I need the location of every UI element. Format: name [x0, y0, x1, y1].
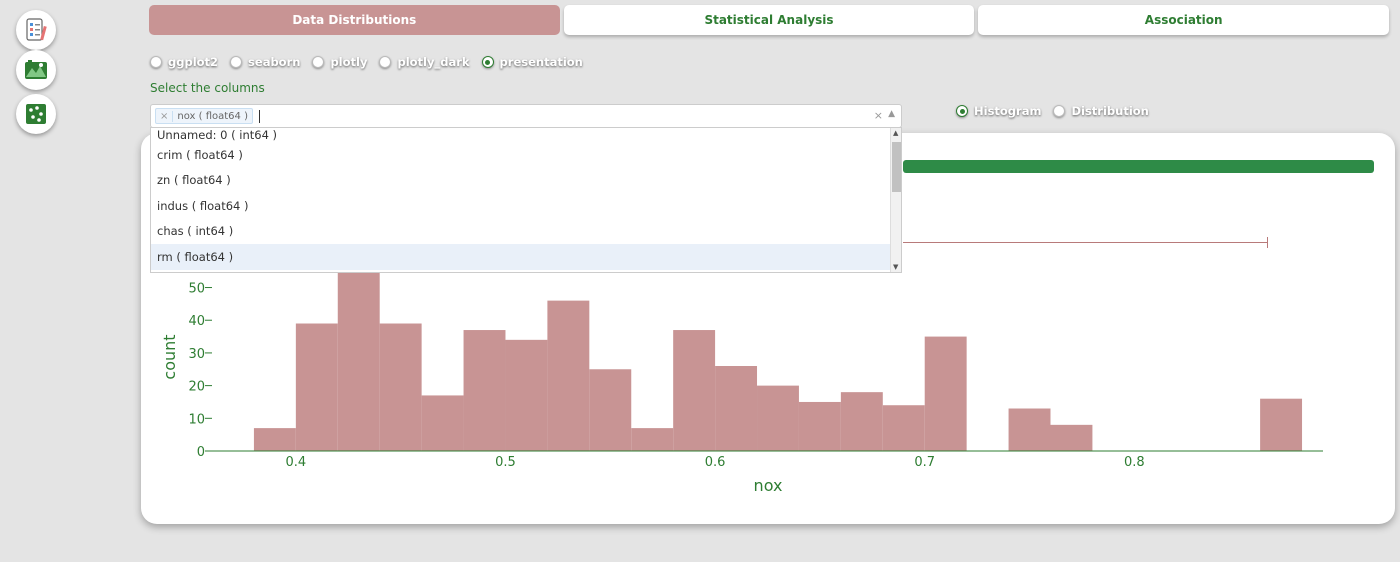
histogram-bar[interactable]	[505, 339, 548, 451]
histogram-bar[interactable]	[295, 323, 338, 452]
menu-option[interactable]: zn ( float64 )	[151, 168, 901, 194]
y-axis-title: count	[160, 334, 179, 379]
selected-column-tag: × nox ( float64 )	[155, 108, 253, 124]
histogram-bar[interactable]	[631, 428, 674, 451]
histogram-bar[interactable]	[337, 271, 380, 451]
histogram-bar[interactable]	[1050, 424, 1093, 451]
histogram-bar[interactable]	[882, 405, 925, 451]
histogram-bar[interactable]	[798, 401, 841, 451]
y-tick-label: 10	[188, 412, 205, 427]
histogram-bar[interactable]	[840, 392, 883, 451]
x-tick-label: 0.8	[1124, 455, 1145, 470]
y-tick-label: 0	[197, 445, 205, 460]
column-select-dropdown[interactable]: × nox ( float64 ) × ▲	[150, 104, 902, 128]
histogram-bar[interactable]	[463, 330, 506, 451]
column-options-menu: Unnamed: 0 ( int64 ) crim ( float64 ) zn…	[150, 127, 902, 273]
y-tick-label: 40	[188, 314, 205, 329]
histogram-bar[interactable]	[1008, 408, 1051, 452]
histogram-bar[interactable]	[253, 428, 296, 451]
chevron-up-icon[interactable]: ▲	[888, 109, 895, 119]
menu-option[interactable]: crim ( float64 )	[151, 142, 901, 168]
menu-option[interactable]: chas ( int64 )	[151, 219, 901, 245]
y-tick-label: 50	[188, 282, 205, 297]
x-tick-label: 0.7	[914, 455, 935, 470]
remove-tag-icon[interactable]: ×	[160, 110, 174, 122]
scroll-down-arrow-icon[interactable]: ▼	[893, 263, 898, 271]
y-tick-label: 20	[188, 380, 205, 395]
histogram-bar[interactable]	[1260, 398, 1303, 451]
menu-option[interactable]: Unnamed: 0 ( int64 )	[151, 128, 901, 142]
x-axis-title: nox	[754, 476, 783, 495]
histogram-bar[interactable]	[379, 323, 422, 452]
selected-column-label: nox ( float64 )	[177, 110, 248, 122]
x-tick-label: 0.4	[286, 455, 307, 470]
clear-icon[interactable]: ×	[874, 109, 883, 122]
menu-option[interactable]: indus ( float64 )	[151, 193, 901, 219]
histogram-bar[interactable]	[421, 395, 464, 451]
histogram-bar[interactable]	[924, 336, 967, 451]
histogram-bar[interactable]	[715, 366, 758, 451]
histogram-bar[interactable]	[757, 385, 799, 451]
y-tick-label: 30	[188, 347, 205, 362]
text-cursor	[259, 109, 260, 123]
menu-option-highlighted[interactable]: rm ( float64 )	[151, 244, 901, 270]
x-tick-label: 0.5	[495, 455, 516, 470]
histogram-bar[interactable]	[589, 369, 632, 451]
histogram-bar[interactable]	[673, 330, 716, 451]
scroll-thumb[interactable]	[892, 142, 901, 192]
histogram-bar[interactable]	[547, 300, 590, 451]
scroll-up-arrow-icon[interactable]: ▲	[893, 129, 898, 137]
x-tick-label: 0.6	[705, 455, 726, 470]
menu-scrollbar[interactable]: ▲ ▼	[890, 128, 901, 272]
histogram-chart[interactable]: 0.4 0.5 0.6 0.7 0.8 0 10 20 30 40 50 nox count	[0, 0, 1400, 562]
